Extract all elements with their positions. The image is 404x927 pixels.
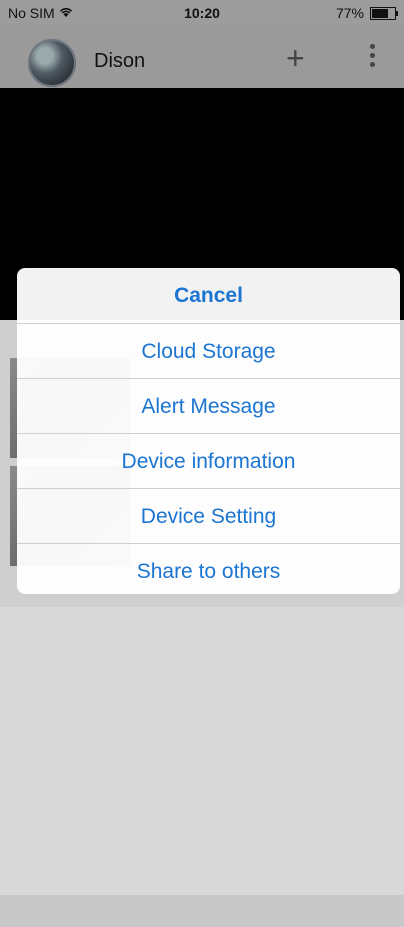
top-app-bar: Dison + <box>0 26 404 88</box>
alert-message-button[interactable]: Alert Message <box>17 378 400 434</box>
more-dots-icon <box>369 44 375 49</box>
user-name: Dison <box>94 50 146 72</box>
battery-status: 77% <box>335 5 398 21</box>
avatar[interactable] <box>28 39 76 87</box>
action-sheet: Cancel Cloud Storage Alert Message Devic… <box>17 268 400 594</box>
cancel-button[interactable]: Cancel <box>17 268 400 323</box>
device-setting-button[interactable]: Device Setting <box>17 488 400 544</box>
plus-icon: + <box>286 40 305 76</box>
share-to-others-button[interactable]: Share to others <box>17 543 400 599</box>
status-bar: No SIM 10:20 77% <box>0 0 404 26</box>
device-information-button[interactable]: Device information <box>17 433 400 489</box>
battery-icon <box>370 6 398 20</box>
cloud-storage-button[interactable]: Cloud Storage <box>17 323 400 379</box>
more-options-button[interactable] <box>365 40 379 80</box>
battery-percent: 77% <box>335 5 364 21</box>
bottom-tab-bar <box>0 895 404 927</box>
add-device-button[interactable]: + <box>286 42 305 74</box>
